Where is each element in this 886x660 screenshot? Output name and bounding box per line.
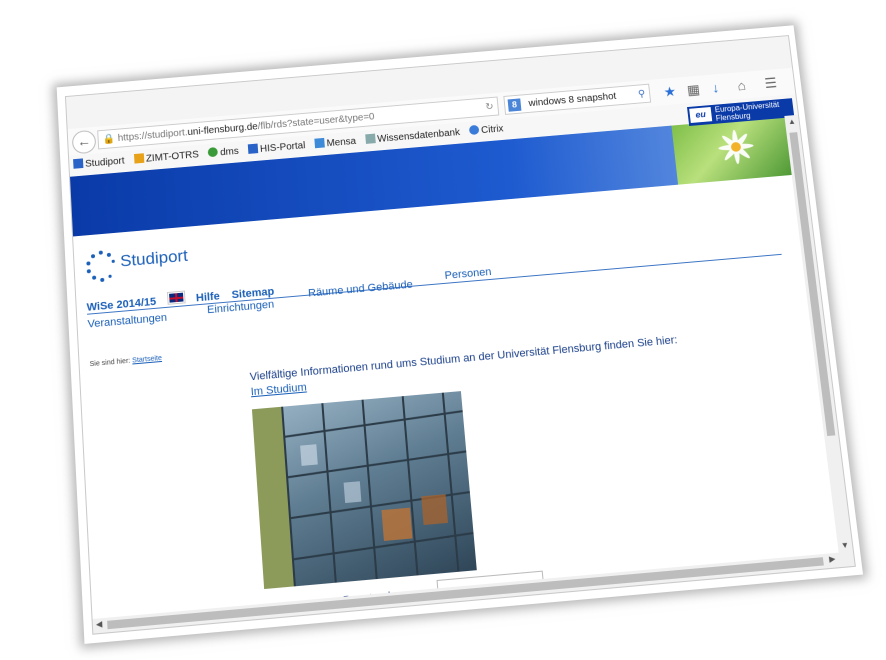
google-g-icon: 8	[507, 98, 522, 112]
page-content: Studiport WiSe 2014/15 Hilfe Sitemap Veran…	[73, 174, 839, 623]
url-path: /flb/rds?state=user&type=0	[257, 111, 375, 133]
bookmark-label: dms	[219, 146, 240, 159]
daisy-icon	[718, 129, 754, 165]
studiport-logo-text: Studiport	[119, 246, 189, 271]
nav-veranstaltungen[interactable]: Veranstaltungen	[87, 312, 167, 331]
reload-icon[interactable]: ↻	[485, 98, 495, 118]
scroll-up-icon[interactable]: ▲	[787, 117, 796, 126]
glass-facade-image	[251, 391, 477, 590]
back-icon[interactable]: ←	[71, 129, 97, 155]
bookmark-label: Mensa	[326, 136, 357, 150]
bookmark-label: Studiport	[84, 155, 125, 170]
screenshot-photo: ← 🔒 https://studiport.uni-flensburg.de/fl…	[56, 25, 864, 644]
search-icon[interactable]: ⚲	[637, 85, 646, 104]
eu-logo-mark: eu	[689, 106, 713, 123]
scroll-left-icon[interactable]: ◀	[96, 619, 103, 629]
im-studium-link[interactable]: Im Studium	[250, 381, 307, 398]
menu-icon[interactable]: ☰	[764, 74, 778, 92]
uk-flag-icon[interactable]	[166, 290, 186, 305]
bookmark-dms[interactable]: dms	[208, 141, 240, 165]
nav-raeume-und-gebaeude[interactable]: Räume und Gebäude	[308, 279, 413, 300]
his-icon	[73, 158, 84, 169]
lock-icon: 🔒	[102, 133, 116, 146]
search-text: windows 8 snapshot	[528, 91, 617, 110]
reader-icon[interactable]: ▦	[686, 80, 701, 98]
intro-text: Vielfältige Informationen rund ums Studi…	[249, 334, 679, 384]
scroll-down-icon[interactable]: ▼	[840, 540, 849, 550]
url-host: uni-flensburg.de	[187, 121, 259, 139]
download-icon[interactable]: ↓	[711, 79, 720, 96]
breadcrumb-prefix: Sie sind hier:	[89, 357, 131, 369]
url-prefix: https://studiport.	[117, 127, 188, 144]
folder-icon	[133, 153, 145, 164]
wiki-icon	[365, 133, 376, 144]
bookmark-label: ZIMT-OTRS	[145, 149, 200, 165]
his-icon	[247, 143, 259, 154]
bookmark-label: HIS-Portal	[259, 140, 306, 155]
bookmark-star-icon[interactable]: ★	[663, 82, 677, 100]
breadcrumb: Sie sind hier: Startseite	[90, 355, 163, 368]
home-icon[interactable]: ⌂	[736, 77, 747, 95]
browser-window: ← 🔒 https://studiport.uni-flensburg.de/fl…	[64, 35, 856, 635]
mensa-icon	[314, 137, 325, 149]
nav-personen[interactable]: Personen	[444, 266, 492, 282]
bookmark-label: Citrix	[480, 123, 504, 136]
bookmark-label: Wissensdatenbank	[376, 127, 461, 145]
studiport-dots-icon	[86, 250, 115, 283]
breadcrumb-startseite[interactable]: Startseite	[132, 355, 162, 365]
bookmark-citrix[interactable]: Citrix	[468, 119, 505, 143]
dms-icon	[208, 146, 219, 158]
building-photo	[251, 391, 477, 590]
scroll-right-icon[interactable]: ▶	[829, 554, 836, 564]
citrix-icon	[468, 124, 480, 136]
